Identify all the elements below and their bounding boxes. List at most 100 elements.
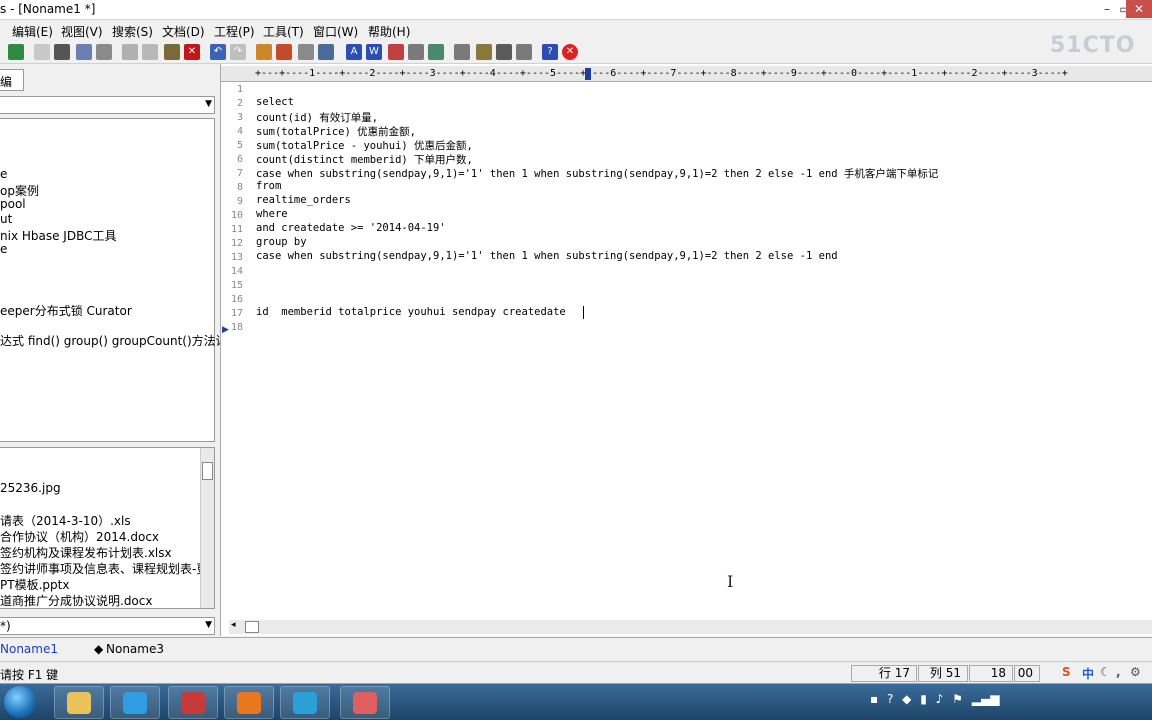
ime-punct-icon[interactable]: ,: [1116, 665, 1121, 679]
undo-icon[interactable]: ↶: [210, 44, 226, 60]
show-panel-icon[interactable]: [454, 44, 470, 60]
cut-icon[interactable]: [122, 44, 138, 60]
list-item[interactable]: PT模板.pptx: [0, 576, 69, 593]
list-view-icon[interactable]: [516, 44, 532, 60]
network-icon[interactable]: ▪: [870, 692, 878, 706]
menu-help[interactable]: 帮助(H): [368, 23, 410, 40]
recorder-icon: [353, 692, 377, 714]
status-help-text: 请按 F1 键: [0, 668, 59, 682]
print-icon[interactable]: [54, 44, 70, 60]
help-icon[interactable]: ?: [542, 44, 558, 60]
line-number: 15: [230, 280, 243, 291]
taskbar-recorder[interactable]: [340, 686, 390, 719]
replace-icon[interactable]: [276, 44, 292, 60]
speaker-icon[interactable]: ♪: [936, 692, 944, 706]
ime-mode-label[interactable]: 中: [1082, 665, 1094, 682]
fullscreen-icon[interactable]: [496, 44, 512, 60]
folder-icon: [67, 692, 91, 714]
redo-icon[interactable]: ↷: [230, 44, 246, 60]
file-list-scrollbar[interactable]: [200, 448, 214, 608]
ime-moon-icon[interactable]: ☾: [1100, 665, 1111, 679]
output-panel-icon[interactable]: [476, 44, 492, 60]
help-icon[interactable]: ?: [887, 692, 893, 706]
hex-icon[interactable]: [428, 44, 444, 60]
list-item[interactable]: 25236.jpg: [0, 481, 61, 495]
tab-noname1[interactable]: Noname1: [0, 642, 58, 656]
chevron-down-icon[interactable]: ▼: [205, 620, 212, 630]
delete-icon[interactable]: ✕: [184, 44, 200, 60]
copy-icon[interactable]: [142, 44, 158, 60]
tree-item[interactable]: 达式 find() group() groupCount()方法讲: [0, 332, 228, 349]
menu-view[interactable]: 视图(V): [61, 23, 103, 40]
start-button[interactable]: [4, 686, 36, 718]
properties-icon[interactable]: [96, 44, 112, 60]
code-line: case when substring(sendpay,9,1)='1' the…: [256, 168, 939, 180]
app-icon: [293, 692, 317, 714]
line-number: 4: [236, 126, 243, 137]
font-icon[interactable]: A: [346, 44, 362, 60]
tree-item[interactable]: eeper分布式锁 Curator: [0, 302, 132, 319]
scroll-thumb[interactable]: [245, 621, 259, 633]
tree-item[interactable]: nix Hbase JDBC工具: [0, 227, 116, 244]
line-number-gutter: 1 2 3 4 5 6 7 8 9 10 11 12 13 14 15 16 1…: [221, 82, 251, 622]
tree-item[interactable]: ut: [0, 212, 12, 226]
menu-search[interactable]: 搜索(S): [112, 23, 153, 40]
taskbar-explorer[interactable]: [54, 686, 104, 719]
code-line: group by: [256, 236, 307, 248]
list-item[interactable]: 道商推广分成协议说明.docx: [0, 592, 152, 608]
line-number: 12: [230, 238, 243, 249]
menu-document[interactable]: 文档(D): [162, 23, 205, 40]
code-line: id memberid totalprice youhui sendpay cr…: [256, 306, 573, 318]
filter-combo[interactable]: *) ▼: [0, 617, 215, 635]
taskbar-ie[interactable]: [110, 686, 160, 719]
close-button[interactable]: ✕: [1126, 0, 1152, 18]
status-row: 行 17: [851, 665, 917, 682]
wordwrap-icon[interactable]: W: [366, 44, 382, 60]
menu-tools[interactable]: 工具(T): [263, 23, 304, 40]
line-number: 1: [236, 84, 243, 95]
drive-combo[interactable]: ▼: [0, 96, 215, 114]
tree-item[interactable]: pool: [0, 197, 26, 211]
status-col: 列 51: [918, 665, 968, 682]
tree-item[interactable]: e: [0, 242, 7, 256]
column-ruler: +---+----1----+----2----+----3----+----4…: [221, 66, 1152, 82]
goto-icon[interactable]: [318, 44, 334, 60]
title-bar: s - [Noname1 *] – ▭ ✕: [0, 0, 1152, 20]
line-number: 14: [230, 266, 243, 277]
tree-item[interactable]: e: [0, 167, 7, 181]
line-number: 10: [230, 210, 243, 221]
list-item[interactable]: 签约讲师事项及信息表、课程规划表-更新: [0, 560, 214, 577]
code-line: and createdate >= '2014-04-19': [256, 222, 446, 234]
chevron-down-icon[interactable]: ▼: [205, 99, 212, 109]
find-icon[interactable]: [256, 44, 272, 60]
scroll-thumb[interactable]: [202, 462, 213, 480]
tab-explorer[interactable]: 编: [0, 69, 24, 91]
paste-icon[interactable]: [164, 44, 180, 60]
ime-settings-icon[interactable]: ⚙: [1130, 665, 1141, 679]
find-in-files-icon[interactable]: [298, 44, 314, 60]
code-editor[interactable]: +---+----1----+----2----+----3----+----4…: [220, 64, 1152, 636]
horizontal-scrollbar[interactable]: ◂: [229, 620, 1152, 634]
ime-logo-icon[interactable]: S: [1062, 665, 1071, 679]
taskbar-firefox[interactable]: [224, 686, 274, 719]
shield-icon[interactable]: ◆: [902, 692, 911, 706]
comment-icon[interactable]: [388, 44, 404, 60]
scroll-left-icon[interactable]: ◂: [231, 620, 236, 630]
taskbar-app[interactable]: [280, 686, 330, 719]
spellcheck-icon[interactable]: [76, 44, 92, 60]
save-icon[interactable]: [8, 44, 24, 60]
tab-noname3[interactable]: Noname3: [106, 642, 164, 656]
stop-icon[interactable]: ✕: [562, 44, 578, 60]
menu-window[interactable]: 窗口(W): [313, 23, 358, 40]
list-item[interactable]: 签约机构及课程发布计划表.xlsx: [0, 544, 172, 561]
new-file-icon[interactable]: [34, 44, 50, 60]
taskbar-editor[interactable]: [168, 686, 218, 719]
menu-edit[interactable]: 编辑(E): [12, 23, 53, 40]
flag-icon[interactable]: ⚑: [952, 692, 963, 706]
signal-icon[interactable]: ▂▄▆: [972, 692, 1000, 706]
column-mode-icon[interactable]: [408, 44, 424, 60]
list-item[interactable]: 合作协议（机构）2014.docx: [0, 528, 159, 545]
menu-project[interactable]: 工程(P): [214, 23, 255, 40]
list-item[interactable]: 请表（2014-3-10）.xls: [0, 512, 131, 529]
battery-icon[interactable]: ▮: [920, 692, 927, 706]
